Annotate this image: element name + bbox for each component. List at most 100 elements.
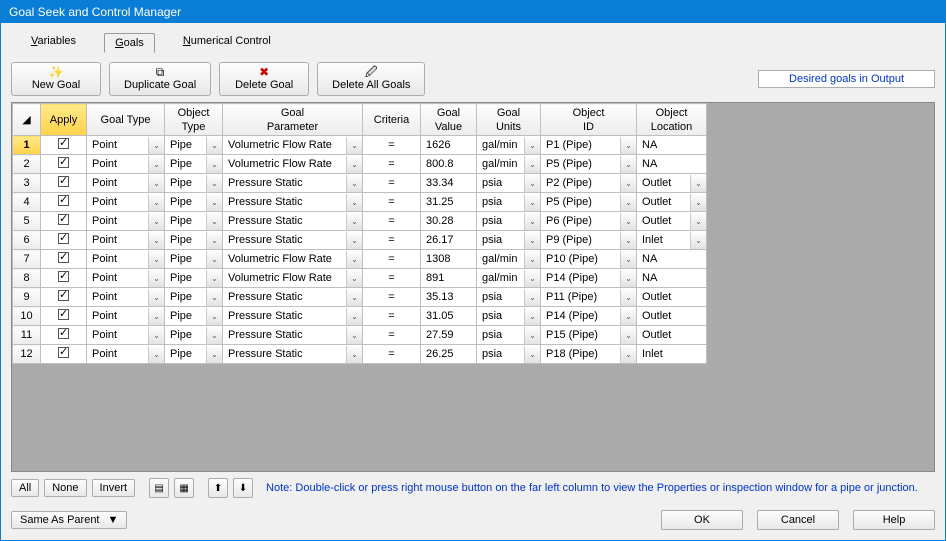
dropdown-arrow[interactable]: ⌄ <box>206 308 222 325</box>
goalparam-cell[interactable]: Pressure Static⌄ <box>223 288 363 307</box>
dropdown-arrow[interactable]: ⌄ <box>148 308 164 325</box>
goalvalue-cell[interactable]: 35.13 <box>421 288 477 307</box>
objid-cell[interactable]: P2 (Pipe)⌄ <box>541 174 637 193</box>
col-objloc[interactable]: ObjectLocation <box>637 104 707 136</box>
dropdown-arrow[interactable]: ⌄ <box>148 194 164 211</box>
goaltype-cell[interactable]: Point⌄ <box>87 326 165 345</box>
objtype-cell[interactable]: Pipe⌄ <box>165 345 223 364</box>
col-objtype[interactable]: ObjectType <box>165 104 223 136</box>
dropdown-arrow[interactable]: ⌄ <box>206 251 222 268</box>
objtype-cell[interactable]: Pipe⌄ <box>165 231 223 250</box>
goaltype-cell[interactable]: Point⌄ <box>87 136 165 155</box>
col-goaltype[interactable]: Goal Type <box>87 104 165 136</box>
move-up-button[interactable]: ⬆ <box>208 478 228 498</box>
cancel-button[interactable]: Cancel <box>757 510 839 530</box>
apply-cell[interactable] <box>41 250 87 269</box>
dropdown-arrow[interactable]: ⌄ <box>690 232 706 249</box>
apply-cell[interactable] <box>41 269 87 288</box>
dropdown-arrow[interactable]: ⌄ <box>148 327 164 344</box>
help-button[interactable]: Help <box>853 510 935 530</box>
dropdown-arrow[interactable]: ⌄ <box>346 270 362 287</box>
objid-cell[interactable]: P1 (Pipe)⌄ <box>541 136 637 155</box>
goalparam-cell[interactable]: Pressure Static⌄ <box>223 345 363 364</box>
grid-icon-1[interactable]: ▤ <box>149 478 169 498</box>
goalunits-cell[interactable]: psia⌄ <box>477 212 541 231</box>
dropdown-arrow[interactable]: ⌄ <box>524 308 540 325</box>
goaltype-cell[interactable]: Point⌄ <box>87 155 165 174</box>
objid-cell[interactable]: P18 (Pipe)⌄ <box>541 345 637 364</box>
criteria-cell[interactable]: = <box>363 250 421 269</box>
criteria-cell[interactable]: = <box>363 193 421 212</box>
row-number[interactable]: 1 <box>13 136 41 155</box>
objtype-cell[interactable]: Pipe⌄ <box>165 155 223 174</box>
dropdown-arrow[interactable]: ⌄ <box>620 270 636 287</box>
new-goal-button[interactable]: ✨New Goal <box>11 62 101 96</box>
goalvalue-cell[interactable]: 27.59 <box>421 326 477 345</box>
objloc-cell[interactable]: NA <box>637 136 707 155</box>
dropdown-arrow[interactable]: ⌄ <box>346 308 362 325</box>
criteria-cell[interactable]: = <box>363 307 421 326</box>
objloc-cell[interactable]: Outlet <box>637 288 707 307</box>
objloc-cell[interactable]: NA <box>637 250 707 269</box>
dropdown-arrow[interactable]: ⌄ <box>690 194 706 211</box>
goalvalue-cell[interactable]: 30.28 <box>421 212 477 231</box>
none-button[interactable]: None <box>44 479 86 497</box>
goalparam-cell[interactable]: Volumetric Flow Rate⌄ <box>223 250 363 269</box>
goalparam-cell[interactable]: Volumetric Flow Rate⌄ <box>223 155 363 174</box>
row-number[interactable]: 4 <box>13 193 41 212</box>
objloc-cell[interactable]: Outlet⌄ <box>637 212 707 231</box>
criteria-cell[interactable]: = <box>363 269 421 288</box>
invert-button[interactable]: Invert <box>92 479 136 497</box>
col-objid[interactable]: ObjectID <box>541 104 637 136</box>
delete-goal-button[interactable]: ✖Delete Goal <box>219 62 309 96</box>
goaltype-cell[interactable]: Point⌄ <box>87 193 165 212</box>
dropdown-arrow[interactable]: ⌄ <box>148 232 164 249</box>
objtype-cell[interactable]: Pipe⌄ <box>165 326 223 345</box>
criteria-cell[interactable]: = <box>363 155 421 174</box>
apply-cell[interactable] <box>41 212 87 231</box>
row-number[interactable]: 10 <box>13 307 41 326</box>
objid-cell[interactable]: P11 (Pipe)⌄ <box>541 288 637 307</box>
apply-cell[interactable] <box>41 174 87 193</box>
dropdown-arrow[interactable]: ⌄ <box>620 194 636 211</box>
goalparam-cell[interactable]: Volumetric Flow Rate⌄ <box>223 136 363 155</box>
row-number[interactable]: 8 <box>13 269 41 288</box>
objloc-cell[interactable]: Outlet <box>637 326 707 345</box>
dropdown-arrow[interactable]: ⌄ <box>620 346 636 363</box>
goaltype-cell[interactable]: Point⌄ <box>87 174 165 193</box>
goalvalue-cell[interactable]: 31.05 <box>421 307 477 326</box>
dropdown-arrow[interactable]: ⌄ <box>690 213 706 230</box>
dropdown-arrow[interactable]: ⌄ <box>620 175 636 192</box>
objloc-cell[interactable]: NA <box>637 269 707 288</box>
desired-goals-output[interactable]: Desired goals in Output <box>758 70 935 88</box>
dropdown-arrow[interactable]: ⌄ <box>148 156 164 173</box>
goalunits-cell[interactable]: gal/min⌄ <box>477 250 541 269</box>
col-criteria[interactable]: Criteria <box>363 104 421 136</box>
dropdown-arrow[interactable]: ⌄ <box>346 327 362 344</box>
goaltype-cell[interactable]: Point⌄ <box>87 231 165 250</box>
apply-cell[interactable] <box>41 345 87 364</box>
apply-cell[interactable] <box>41 326 87 345</box>
dropdown-arrow[interactable]: ⌄ <box>524 156 540 173</box>
objid-cell[interactable]: P5 (Pipe)⌄ <box>541 155 637 174</box>
objtype-cell[interactable]: Pipe⌄ <box>165 136 223 155</box>
dropdown-arrow[interactable]: ⌄ <box>346 137 362 154</box>
dropdown-arrow[interactable]: ⌄ <box>148 346 164 363</box>
corner-select-all[interactable]: ◢ <box>13 104 41 136</box>
objid-cell[interactable]: P10 (Pipe)⌄ <box>541 250 637 269</box>
goalvalue-cell[interactable]: 1626 <box>421 136 477 155</box>
goaltype-cell[interactable]: Point⌄ <box>87 307 165 326</box>
dropdown-arrow[interactable]: ⌄ <box>620 327 636 344</box>
dropdown-arrow[interactable]: ⌄ <box>206 137 222 154</box>
col-apply[interactable]: Apply <box>41 104 87 136</box>
goalunits-cell[interactable]: psia⌄ <box>477 193 541 212</box>
row-number[interactable]: 11 <box>13 326 41 345</box>
objtype-cell[interactable]: Pipe⌄ <box>165 212 223 231</box>
dropdown-arrow[interactable]: ⌄ <box>148 137 164 154</box>
dropdown-arrow[interactable]: ⌄ <box>346 156 362 173</box>
dropdown-arrow[interactable]: ⌄ <box>206 327 222 344</box>
dropdown-arrow[interactable]: ⌄ <box>346 232 362 249</box>
dropdown-arrow[interactable]: ⌄ <box>620 289 636 306</box>
goalparam-cell[interactable]: Volumetric Flow Rate⌄ <box>223 269 363 288</box>
grid-icon-2[interactable]: ▦ <box>174 478 194 498</box>
